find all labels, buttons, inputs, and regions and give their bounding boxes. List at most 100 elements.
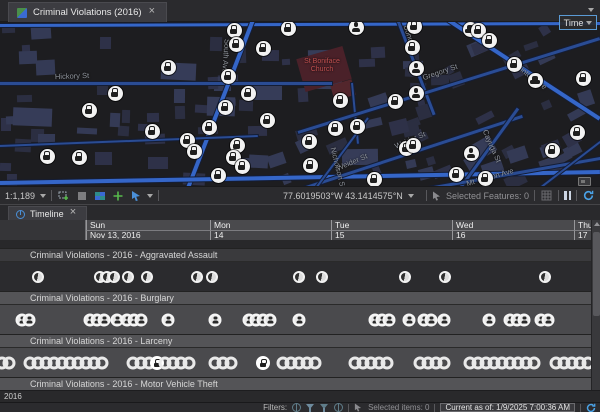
timeline-event[interactable] <box>141 271 153 283</box>
crime-marker-person[interactable] <box>409 61 424 76</box>
time-dropdown-button[interactable]: Time <box>559 15 597 30</box>
day-name-cell[interactable]: Tue <box>331 220 452 230</box>
crime-marker-bag[interactable] <box>303 158 318 173</box>
track-header[interactable]: Criminal Violations - 2016 - Larceny <box>0 334 591 347</box>
timeline-event[interactable] <box>403 313 416 326</box>
crime-marker-bag[interactable] <box>72 150 87 165</box>
timeline-overview-strip[interactable]: 2016 <box>0 390 600 402</box>
timeline-event[interactable] <box>3 356 16 369</box>
add-point-icon[interactable] <box>111 189 124 202</box>
crime-marker-bag[interactable] <box>202 120 217 135</box>
timeline-event[interactable] <box>383 313 396 326</box>
crime-marker-bag[interactable] <box>407 22 422 34</box>
timeline-event[interactable] <box>539 271 551 283</box>
timeline-event[interactable] <box>483 313 496 326</box>
day-name-cell[interactable]: Thu <box>574 220 591 230</box>
extent-filter-icon[interactable] <box>334 403 343 412</box>
crime-marker-person[interactable] <box>409 86 424 101</box>
map-view[interactable]: Hickory StSouth AveBond StGregory StS Cl… <box>0 22 600 186</box>
layers-grid-icon[interactable] <box>93 189 106 202</box>
time-filter-icon[interactable] <box>292 403 301 412</box>
close-icon[interactable] <box>69 209 79 219</box>
timeline-event[interactable] <box>23 313 36 326</box>
timeline-event[interactable] <box>183 356 196 369</box>
crime-marker-bag[interactable] <box>350 119 365 134</box>
crime-marker-person[interactable] <box>464 146 479 161</box>
timeline-event[interactable] <box>225 356 238 369</box>
crime-marker-bag[interactable] <box>388 94 403 109</box>
navigate-pointer-icon[interactable] <box>129 189 142 202</box>
timeline-event[interactable] <box>209 313 222 326</box>
timeline-event[interactable] <box>518 313 531 326</box>
crime-marker-bag[interactable] <box>40 149 55 164</box>
crime-marker-bag[interactable] <box>82 103 97 118</box>
timeline-event[interactable] <box>425 313 438 326</box>
crime-marker-bag[interactable] <box>235 159 250 174</box>
crime-marker-car[interactable] <box>528 73 543 88</box>
refresh-icon[interactable] <box>582 189 595 202</box>
track-header[interactable]: Criminal Violations - 2016 - Burglary <box>0 291 591 304</box>
timeline-event[interactable] <box>309 356 322 369</box>
crime-marker-bag[interactable] <box>328 121 343 136</box>
timeline-event[interactable] <box>122 271 134 283</box>
map-scale-value[interactable]: 1:1,189 <box>5 191 35 201</box>
crime-marker-bag[interactable] <box>333 93 348 108</box>
close-icon[interactable] <box>148 8 158 18</box>
track-header[interactable]: Criminal Violations - 2016 - Motor Vehic… <box>0 377 591 390</box>
crime-marker-bag[interactable] <box>405 40 420 55</box>
attribute-table-icon[interactable] <box>540 189 553 202</box>
timeline-event[interactable] <box>438 313 451 326</box>
crime-marker-bag[interactable] <box>108 86 123 101</box>
chevron-down-icon[interactable] <box>588 8 594 12</box>
timeline-event-selected[interactable] <box>256 356 270 370</box>
crime-marker-bag[interactable] <box>145 124 160 139</box>
map-filter-icon[interactable] <box>306 403 315 412</box>
tab-timeline[interactable]: Timeline <box>8 206 87 221</box>
day-date-cell[interactable]: 16 <box>452 230 574 240</box>
timeline-event[interactable] <box>381 356 394 369</box>
day-date-cell[interactable]: 17 <box>574 230 591 240</box>
crime-marker-person[interactable] <box>349 22 364 35</box>
timeline-vertical-scrollbar[interactable] <box>591 220 600 390</box>
timeline-event[interactable] <box>98 313 111 326</box>
crime-marker-bag[interactable] <box>211 168 226 183</box>
day-date-cell[interactable]: 15 <box>331 230 452 240</box>
crime-marker-bag[interactable] <box>545 143 560 158</box>
crime-marker-bag[interactable] <box>367 172 382 187</box>
crime-marker-bag[interactable] <box>281 22 296 36</box>
timeline-event[interactable] <box>162 313 175 326</box>
timeline-event[interactable] <box>293 271 305 283</box>
crime-marker-bag[interactable] <box>221 69 236 84</box>
crime-marker-bag[interactable] <box>161 60 176 75</box>
day-date-cell[interactable]: Nov 13, 2016 <box>86 230 210 240</box>
timeline-event[interactable] <box>528 356 541 369</box>
swatch-icon[interactable] <box>75 189 88 202</box>
crime-marker-bag[interactable] <box>449 167 464 182</box>
crime-marker-bag[interactable] <box>218 100 233 115</box>
track-header[interactable]: Criminal Violations - 2016 - Aggravated … <box>0 248 591 261</box>
crime-marker-bag[interactable] <box>256 41 271 56</box>
timeline-event[interactable] <box>542 313 555 326</box>
timeline-event[interactable] <box>96 356 109 369</box>
timeline-event[interactable] <box>206 271 218 283</box>
day-name-cell[interactable]: Wed <box>452 220 574 230</box>
day-date-cell[interactable]: 14 <box>210 230 331 240</box>
crime-marker-bag[interactable] <box>406 138 421 153</box>
crime-marker-bag[interactable] <box>507 57 522 72</box>
refresh-icon[interactable] <box>586 403 596 412</box>
scroll-up-icon[interactable] <box>594 222 600 226</box>
crime-marker-bag[interactable] <box>478 171 493 186</box>
timeline-event[interactable] <box>438 356 451 369</box>
timeline-event[interactable] <box>32 271 44 283</box>
crime-marker-bag[interactable] <box>570 125 585 140</box>
coordinate-readout[interactable]: 77.6019503°W 43.1414575°N <box>283 187 414 204</box>
timeline-event[interactable] <box>399 271 411 283</box>
chevron-down-icon[interactable] <box>147 194 153 198</box>
crime-marker-bag[interactable] <box>576 71 591 86</box>
day-name-cell[interactable]: Sun <box>86 220 210 230</box>
timeline-event[interactable] <box>264 313 277 326</box>
overview-map-icon[interactable] <box>578 177 591 186</box>
timeline-event[interactable] <box>191 271 203 283</box>
crime-marker-bag[interactable] <box>229 37 244 52</box>
attribute-filter-icon[interactable] <box>320 403 329 412</box>
